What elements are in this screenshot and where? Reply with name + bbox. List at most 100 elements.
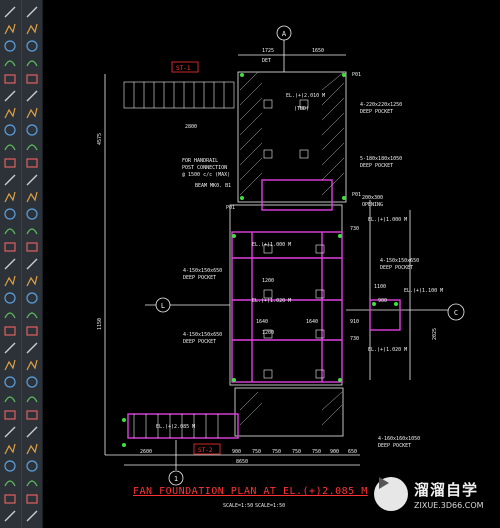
label-pocket-2b: DEEP POCKET: [360, 163, 393, 169]
spline-icon[interactable]: [2, 105, 18, 121]
id-icon[interactable]: [24, 407, 40, 423]
gradient-icon[interactable]: [2, 155, 18, 171]
scale-label-a: SCALE=1:50: [223, 503, 254, 509]
play-triangle-icon: [374, 477, 408, 511]
snap-icon[interactable]: [24, 474, 40, 490]
dim-right-5: 730: [350, 336, 359, 342]
join-icon[interactable]: [24, 206, 40, 222]
erase-icon[interactable]: [24, 4, 40, 20]
trim-icon[interactable]: [24, 155, 40, 171]
dim-1200b: 1200: [262, 330, 274, 336]
copy-icon[interactable]: [24, 21, 40, 37]
mtext-icon[interactable]: [2, 273, 18, 289]
bubble-label-c: C: [454, 309, 458, 317]
region-icon[interactable]: [2, 172, 18, 188]
dim-right-3: 730: [350, 226, 359, 232]
move-icon[interactable]: [2, 374, 18, 390]
grid-icon[interactable]: [24, 491, 40, 507]
dim-bottom-3: 750: [252, 449, 261, 455]
dim-top-2: 1650: [312, 48, 324, 54]
dim-bottom-4: 750: [272, 449, 281, 455]
dim-1640a: 1640: [256, 319, 268, 325]
align-icon[interactable]: [2, 340, 18, 356]
offset-icon[interactable]: [24, 54, 40, 70]
zoom-icon[interactable]: [24, 424, 40, 440]
mirror-icon[interactable]: [24, 38, 40, 54]
label-el-2: EL.(+)1.020 M: [252, 298, 291, 304]
point-icon[interactable]: [2, 206, 18, 222]
dim-ladder: 2800: [185, 124, 197, 130]
label-el-1: EL.(+)1.000 M: [252, 242, 291, 248]
rotate-icon[interactable]: [2, 407, 18, 423]
stretch-icon[interactable]: [24, 138, 40, 154]
label-el-7: EL.(+)1.100 M: [404, 288, 443, 294]
dimension-icon[interactable]: [2, 290, 18, 306]
chain-icon[interactable]: [2, 357, 18, 373]
layer-icon[interactable]: [24, 323, 40, 339]
properties-icon[interactable]: [24, 340, 40, 356]
orbit-icon[interactable]: [24, 458, 40, 474]
rotate-icon[interactable]: [24, 105, 40, 121]
copy-icon[interactable]: [2, 390, 18, 406]
insert-icon[interactable]: [2, 239, 18, 255]
label-p01-a: P01: [352, 72, 361, 78]
blend-icon[interactable]: [24, 256, 40, 272]
scale-icon[interactable]: [24, 122, 40, 138]
stretch-icon[interactable]: [2, 491, 18, 507]
draw-toolbar: [0, 0, 20, 528]
watermark-url: ZIXUE.3D66.COM: [414, 500, 484, 510]
label-beam: BEAM MK0. B1: [195, 183, 231, 189]
drawing-canvas[interactable]: A L C 1 1725 1650 4575 1150 2800 DET 260…: [43, 0, 500, 528]
extend-icon[interactable]: [24, 172, 40, 188]
table-icon[interactable]: [2, 189, 18, 205]
site-watermark: 溜溜自学 ZIXUE.3D66.COM: [374, 474, 486, 514]
chamfer-icon[interactable]: [24, 222, 40, 238]
dist-icon[interactable]: [24, 357, 40, 373]
label-tbd: (TBD): [294, 106, 309, 112]
ortho-icon[interactable]: [24, 508, 40, 524]
qleader-icon[interactable]: [2, 323, 18, 339]
offset-icon[interactable]: [2, 441, 18, 457]
label-pocket-6: 4-150x150x650: [380, 258, 419, 264]
text-icon[interactable]: [2, 256, 18, 272]
hatch-icon[interactable]: [2, 138, 18, 154]
scale-label-b: SCALE=1:50: [255, 503, 286, 509]
array-icon[interactable]: [24, 71, 40, 87]
scale-icon[interactable]: [2, 474, 18, 490]
line-icon[interactable]: [2, 4, 18, 20]
break-icon[interactable]: [24, 189, 40, 205]
dim-top-1: 1725: [262, 48, 274, 54]
label-pocket-3b: DEEP POCKET: [183, 275, 216, 281]
list-icon[interactable]: [24, 390, 40, 406]
move-icon[interactable]: [24, 88, 40, 104]
leader-icon[interactable]: [2, 306, 18, 322]
pedit-icon[interactable]: [24, 290, 40, 306]
dim-bottom-6: 750: [312, 449, 321, 455]
ellipse-icon[interactable]: [2, 122, 18, 138]
arc-icon[interactable]: [2, 54, 18, 70]
bubble-label-l: L: [161, 302, 165, 310]
dim-1200a: 1200: [262, 278, 274, 284]
polyline-icon[interactable]: [2, 21, 18, 37]
label-el-3: EL.(+)1.000 M: [368, 217, 407, 223]
watermark-title: 溜溜自学: [414, 480, 479, 499]
pan-icon[interactable]: [24, 441, 40, 457]
section-tag-st1: ST-1: [176, 65, 191, 72]
circle-icon[interactable]: [2, 38, 18, 54]
explode-icon[interactable]: [24, 273, 40, 289]
mirror-icon[interactable]: [2, 424, 18, 440]
label-pocket-1: 4-220x220x1250: [360, 102, 402, 108]
area-icon[interactable]: [24, 374, 40, 390]
cloud-icon[interactable]: [2, 88, 18, 104]
array-icon[interactable]: [2, 458, 18, 474]
block-icon[interactable]: [2, 222, 18, 238]
label-pocket-6b: DEEP POCKET: [380, 265, 413, 271]
label-pocket-4: 4-150x150x650: [183, 332, 222, 338]
label-pocket-5b: DEEP POCKET: [378, 443, 411, 449]
trim-icon[interactable]: [2, 508, 18, 524]
label-pocket-3: 4-150x150x650: [183, 268, 222, 274]
rectangle-icon[interactable]: [2, 71, 18, 87]
dim-bottom-total: 8650: [236, 459, 248, 465]
fillet-icon[interactable]: [24, 239, 40, 255]
matchprop-icon[interactable]: [24, 306, 40, 322]
